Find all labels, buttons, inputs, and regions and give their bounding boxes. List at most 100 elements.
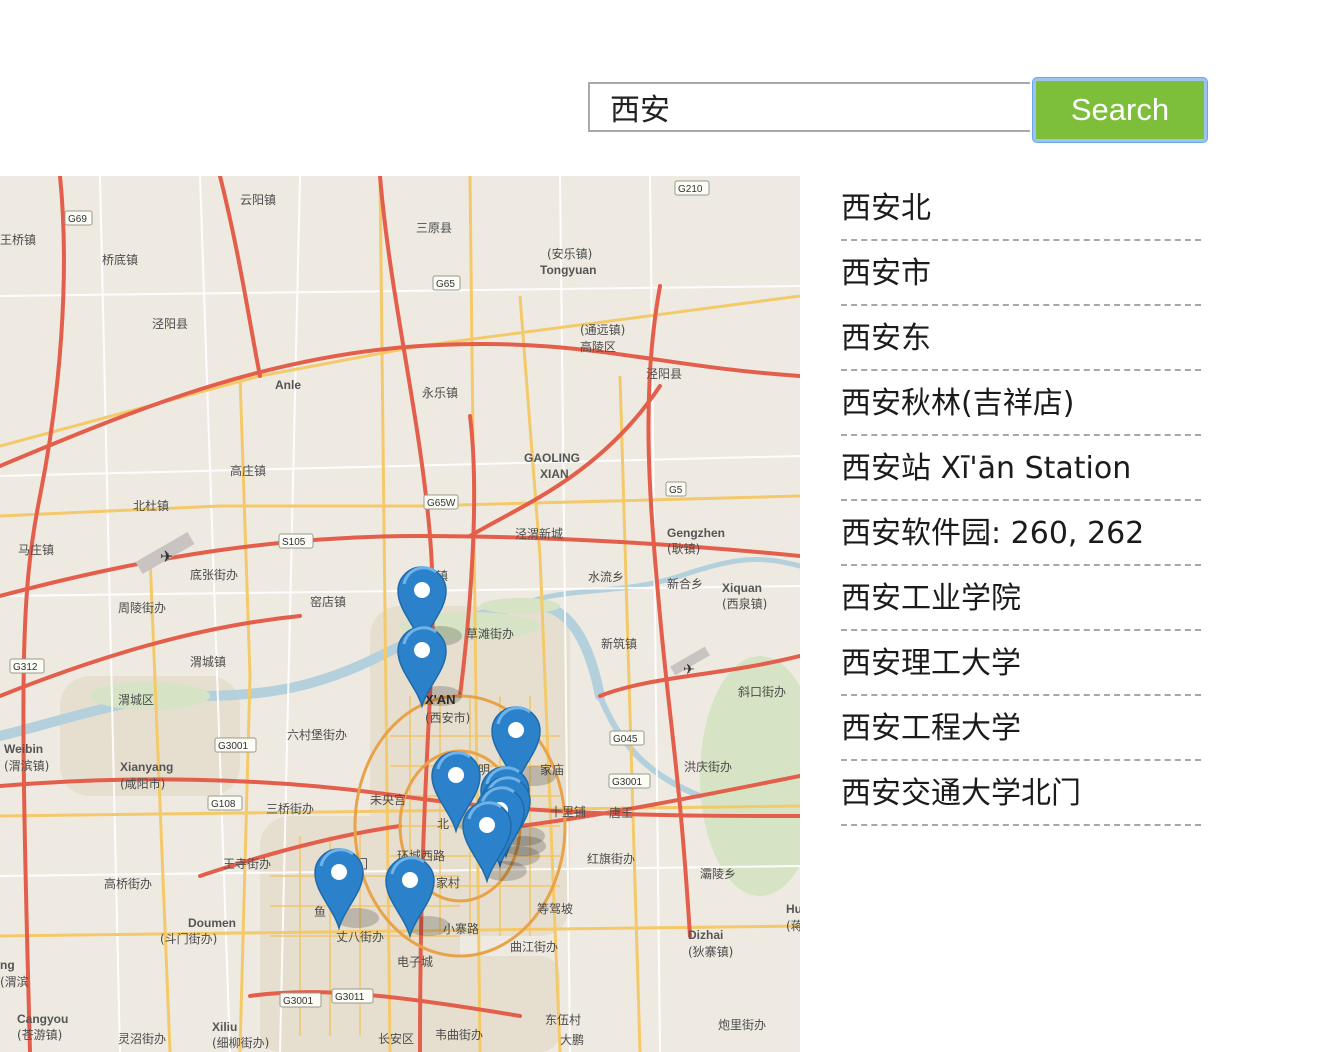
map-place-label: 泾渭新城 [515,526,563,541]
svg-text:G3011: G3011 [335,992,365,1003]
result-item[interactable]: 西安工业学院 [841,566,1201,631]
svg-text:G65: G65 [436,279,455,290]
map-place-label: 东伍村 [545,1013,581,1027]
result-item[interactable]: 西安秋林(吉祥店) [841,371,1201,436]
search-button[interactable]: Search [1033,78,1207,142]
road-shield: G3001 [608,773,651,789]
map-place-label: Anle [275,378,301,392]
results-list: 西安北 西安市 西安东 西安秋林(吉祥店) 西安站 Xī'ān Station … [841,176,1201,826]
map-place-label: 高陵区 [580,339,616,354]
search-input[interactable] [588,82,1030,132]
map-place-label: 草滩街办 [466,626,514,641]
road-shield: G3001 [214,737,257,753]
map-place-label: 云阳镇 [240,193,276,207]
road-shield: G65 [432,275,461,291]
result-item[interactable]: 西安软件园: 260, 262 [841,501,1201,566]
map-place-label: 泾阳县 [646,367,682,381]
result-item[interactable]: 西安理工大学 [841,631,1201,696]
map-place-label: 鱼 [314,905,326,919]
map-place-label: 灵沼街办 [118,1031,166,1046]
map-place-label: GAOLING [524,451,580,465]
map-place-label: 新合乡 [667,576,703,591]
map-place-label: 丈八街办 [336,929,384,944]
map-place-label: 十里铺 [550,805,586,819]
map-place-label: (咸阳市) [120,776,165,791]
map-place-label: (安乐镇) [547,246,592,261]
result-item[interactable]: 西安站 Xī'ān Station [841,436,1201,501]
svg-text:✈: ✈ [160,547,173,566]
map-place-label: 曲江街办 [510,939,558,954]
map-place-label: 高庄镇 [230,463,266,478]
map-place-label: 马庄镇 [18,542,54,557]
road-shield: G3001 [279,992,322,1008]
map-place-label: 六村堡街办 [287,727,347,742]
svg-text:✈: ✈ [683,662,695,678]
map-place-label: (耿镇) [667,542,700,556]
map-place-label: 家村 [436,875,460,890]
result-item[interactable]: 西安市 [841,241,1201,306]
map-place-label: 渭城区 [118,693,154,707]
map-place-label: 等驾坡 [537,902,573,916]
map-place-label: Dizhai [688,928,723,942]
svg-text:G3001: G3001 [283,996,313,1007]
svg-text:G045: G045 [613,734,638,745]
road-shield: S105 [278,533,314,549]
map-place-label: 王桥镇 [0,233,36,247]
road-shield: G312 [9,658,45,674]
map-place-label: 高桥街办 [104,876,152,891]
result-item[interactable]: 西安北 [841,176,1201,241]
result-item[interactable]: 西安交通大学北门 [841,761,1201,826]
map-place-label: Xiquan [722,581,762,595]
map-place-label: 泾阳县 [152,317,188,331]
svg-text:G65W: G65W [427,498,456,509]
road-shield: G65W [423,494,459,510]
result-item[interactable]: 西安东 [841,306,1201,371]
map-place-label: 电子城 [397,955,433,969]
svg-text:G5: G5 [669,485,683,496]
map-place-label: (渭滨镇) [4,758,49,773]
map-place-label: 窑店镇 [310,594,346,609]
map-place-label: 王寺街办 [223,856,271,871]
map-place-label: Weibin [4,742,43,756]
map-place-label: Doumen [188,916,236,930]
road-shield: G5 [665,481,687,497]
map-place-label: (狄寨镇) [688,944,733,959]
map-place-label: 炮里街办 [718,1017,766,1032]
map-place-label: Xianyang [120,760,173,774]
map-place-label: Tongyuan [540,263,596,277]
map-place-label: ng [0,958,15,972]
map-place-label: 三桥街办 [266,801,314,816]
map-place-label: 韦曲街办 [435,1027,483,1042]
svg-text:G3001: G3001 [612,777,642,788]
map-place-label: 永乐镇 [422,386,458,400]
svg-text:S105: S105 [282,537,306,548]
map-place-label: 斜口街办 [738,684,786,699]
map-place-label: (蒋 [786,919,800,933]
svg-text:G3001: G3001 [218,741,248,752]
map-place-label: (斗门街办) [160,931,217,946]
road-shield: G045 [609,730,645,746]
search-bar: Search [588,78,1208,144]
map-place-label: Gengzhen [667,526,725,540]
result-item[interactable]: 西安工程大学 [841,696,1201,761]
map-place-label: 底张街办 [190,567,238,582]
map-place-label: 北杜镇 [133,498,169,513]
map-place-label: (细柳街办) [212,1035,269,1050]
map-place-label: (苍游镇) [17,1028,62,1042]
map-place-label: (通远镇) [580,323,625,337]
map-place-label: 北 [437,817,449,831]
road-shield: G210 [674,180,710,196]
map-place-label: 长安区 [378,1031,414,1046]
map-place-label: 渭城镇 [190,655,226,669]
map-place-label: 周陵街办 [118,600,166,615]
map-place-label: 桥底镇 [102,252,138,267]
map-place-label: 水流乡 [588,570,624,584]
map-place-label: XIAN [540,467,569,481]
map[interactable]: ✈ ✈ 云阳镇 三原县 王桥镇 桥底镇 泾阳县 Anle (安乐镇) Tongyuan (通远镇… [0,176,800,1052]
map-place-label: 未央宫 [370,792,406,807]
road-shield: G3011 [331,988,374,1004]
road-shield: G108 [207,795,243,811]
map-place-label: 洪庆街办 [684,759,732,774]
map-place-label: 新筑镇 [601,636,637,651]
road-shield: G69 [64,210,93,226]
